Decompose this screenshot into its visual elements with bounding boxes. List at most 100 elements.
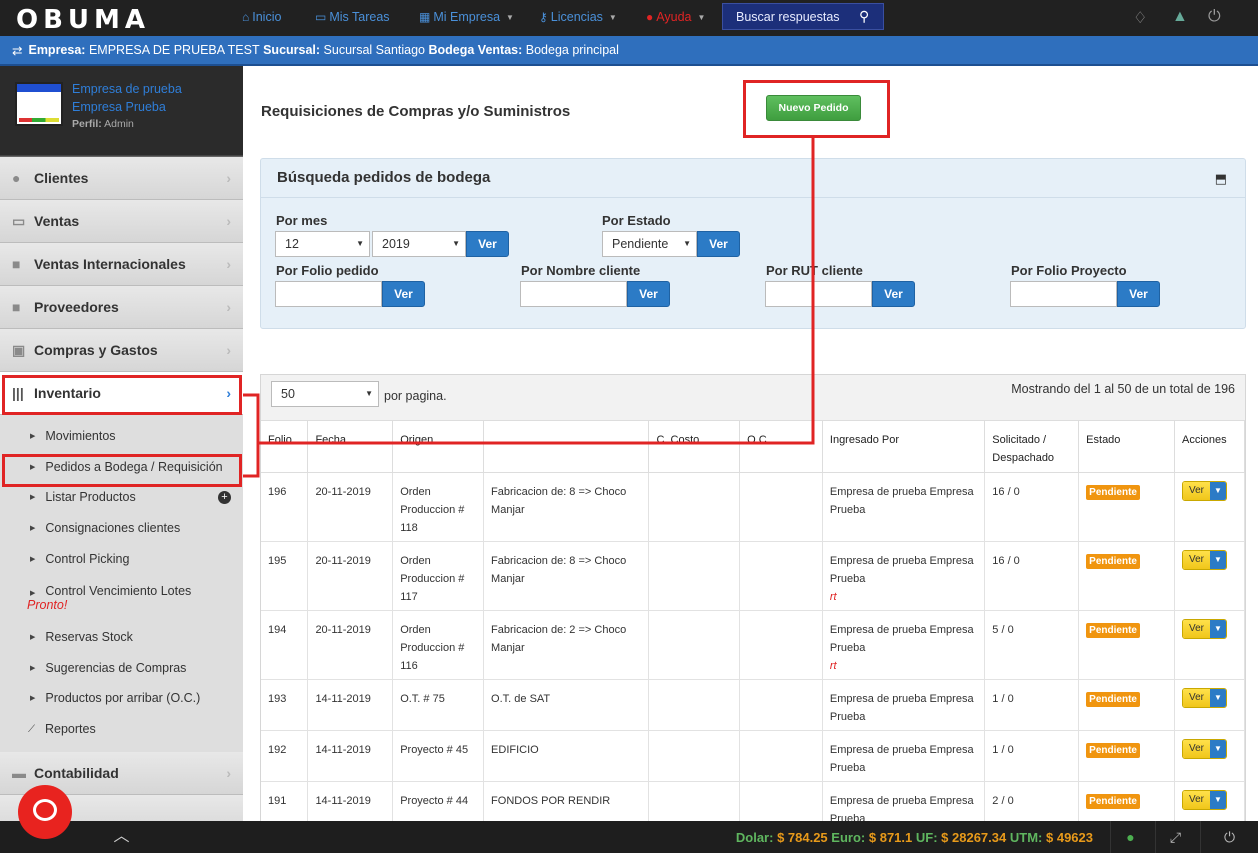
ver-estado-button[interactable]: Ver <box>697 231 740 257</box>
megaphone-icon[interactable]: ▲ <box>1172 8 1188 26</box>
ver-dropdown-button[interactable]: Ver ▼ <box>1182 687 1228 708</box>
caret-down-icon[interactable]: ▼ <box>1210 790 1227 809</box>
barcode-icon: ||| <box>12 385 24 401</box>
bodega-label: Bodega Ventas: <box>428 43 523 57</box>
anio-select-value: 2019 <box>382 237 410 251</box>
nav-mis-tareas[interactable]: ▭ Mis Tareas <box>315 10 390 24</box>
mes-select[interactable]: 12 ▼ <box>275 231 370 257</box>
expand-icon[interactable]: ⬒ <box>1215 171 1227 187</box>
column-header[interactable]: Folio <box>261 421 309 473</box>
rut-input[interactable] <box>765 281 872 307</box>
caret-down-icon[interactable]: ▼ <box>1210 688 1227 707</box>
table-row[interactable]: 196 20-11-2019 Orden Produccion # 118 Fabri… <box>261 472 1245 542</box>
ver-proyecto-button[interactable]: Ver <box>1117 281 1160 307</box>
status-badge: Pendiente <box>1086 553 1140 569</box>
nav-ayuda[interactable]: ● Ayuda ▼ <box>646 10 705 24</box>
column-header[interactable]: Acciones <box>1174 421 1245 473</box>
ver-button[interactable]: Ver <box>1183 739 1211 758</box>
sidebar-item-ventas[interactable]: ▭ Ventas › <box>0 200 243 243</box>
column-header[interactable]: Solicitado / Despachado <box>984 421 1080 473</box>
fullscreen-icon[interactable]: ⤢ <box>1155 821 1195 853</box>
folio-input[interactable] <box>275 281 382 307</box>
search-icon[interactable]: ⚲ <box>859 8 883 25</box>
obuma-logo[interactable]: OBUMA <box>16 5 150 35</box>
ver-dropdown-button[interactable]: Ver ▼ <box>1182 549 1228 570</box>
ver-mes-button[interactable]: Ver <box>466 231 509 257</box>
truck-icon: ■ <box>12 299 21 315</box>
table-row[interactable]: 192 14-11-2019 Proyecto # 45 EDIFICIO Empres… <box>261 730 1245 782</box>
profile-name[interactable]: Empresa Prueba <box>72 100 166 114</box>
por-folio-label: Por Folio pedido <box>276 263 379 278</box>
shuffle-icon[interactable]: ⇄ <box>12 43 22 58</box>
submenu-listar-productos[interactable]: ▶ Listar Productos + <box>0 482 243 513</box>
submenu-productos-arribar[interactable]: ▶ Productos por arribar (O.C.) <box>0 683 243 714</box>
ver-nombre-button[interactable]: Ver <box>627 281 670 307</box>
chat-icon[interactable]: ● <box>1110 821 1150 853</box>
nav-mi-empresa[interactable]: ▦ Mi Empresa ▼ <box>419 10 514 24</box>
sidebar-item-label: Compras y Gastos <box>34 342 158 358</box>
submenu-control-picking[interactable]: ▶ Control Picking <box>0 543 243 574</box>
column-header[interactable]: C. Costo <box>648 421 741 473</box>
live-chat-button[interactable] <box>18 785 72 839</box>
arrow-right-icon: ▶ <box>30 695 36 703</box>
nav-inicio[interactable]: ⌂ Inicio <box>242 10 281 24</box>
submenu-control-vencimiento[interactable]: ▶ Control Vencimiento Lotes Pronto! <box>0 574 243 622</box>
column-header[interactable]: O.C. <box>739 421 823 473</box>
submenu-reportes[interactable]: ⟋ Reportes <box>0 714 243 745</box>
search-box[interactable]: Buscar respuestas ⚲ <box>722 3 884 30</box>
nuevo-pedido-button[interactable]: Nuevo Pedido <box>766 95 861 121</box>
ver-folio-button[interactable]: Ver <box>382 281 425 307</box>
perpage-select[interactable]: 50 ▼ <box>271 381 379 407</box>
column-header[interactable] <box>483 421 650 473</box>
sidebar-item-inventario[interactable]: ||| Inventario › <box>0 372 243 415</box>
anio-select[interactable]: 2019 ▼ <box>372 231 466 257</box>
table-row[interactable]: 194 20-11-2019 Orden Produccion # 116 Fabri… <box>261 610 1245 680</box>
column-header[interactable]: Ingresado Por <box>822 421 986 473</box>
ver-dropdown-button[interactable]: Ver ▼ <box>1182 618 1228 639</box>
nav-licencias[interactable]: ⚷ Licencias ▼ <box>539 10 617 24</box>
ver-button[interactable]: Ver <box>1183 550 1211 569</box>
table-toolbar: 50 ▼ por pagina. Mostrando del 1 al 50 de… <box>261 375 1245 421</box>
ver-button[interactable]: Ver <box>1183 481 1211 500</box>
ver-button[interactable]: Ver <box>1183 619 1211 638</box>
submenu-movimientos[interactable]: ▶ Movimientos <box>0 421 243 452</box>
column-header[interactable]: Origen <box>392 421 485 473</box>
sidebar-item-proveedores[interactable]: ■ Proveedores › <box>0 286 243 329</box>
bell-icon[interactable]: ♢ <box>1133 8 1147 28</box>
cantidad-cell: 16 / 0 <box>984 472 1080 542</box>
ver-button[interactable]: Ver <box>1183 688 1211 707</box>
caret-down-icon[interactable]: ▼ <box>1210 481 1227 500</box>
power-icon[interactable]: ⏻ <box>1208 8 1221 26</box>
table-row[interactable]: 195 20-11-2019 Orden Produccion # 117 Fabri… <box>261 541 1245 611</box>
ver-dropdown-button[interactable]: Ver ▼ <box>1182 738 1228 759</box>
ver-dropdown-button[interactable]: Ver ▼ <box>1182 789 1228 810</box>
ver-button[interactable]: Ver <box>1183 790 1211 809</box>
caret-down-icon[interactable]: ▼ <box>1210 619 1227 638</box>
ver-rut-button[interactable]: Ver <box>872 281 915 307</box>
power-icon[interactable]: ⏻ <box>1200 821 1258 853</box>
nombre-input[interactable] <box>520 281 627 307</box>
column-header[interactable]: Estado <box>1078 421 1175 473</box>
ver-dropdown-button[interactable]: Ver ▼ <box>1182 480 1228 501</box>
submenu-reservas-stock[interactable]: ▶ Reservas Stock <box>0 622 243 653</box>
search-input[interactable]: Buscar respuestas <box>723 10 859 24</box>
sidebar-item-clientes[interactable]: ● Clientes › <box>0 157 243 200</box>
profile-company[interactable]: Empresa de prueba <box>72 82 182 96</box>
sidebar-item-ventas-internacionales[interactable]: ■ Ventas Internacionales › <box>0 243 243 286</box>
proyecto-input[interactable] <box>1010 281 1117 307</box>
submenu-pedidos-bodega[interactable]: ▶ Pedidos a Bodega / Requisición <box>0 452 243 483</box>
arrow-right-icon: ▶ <box>30 525 36 533</box>
caret-down-icon[interactable]: ▼ <box>1210 550 1227 569</box>
cantidad-cell: 1 / 0 <box>984 679 1080 731</box>
avatar[interactable] <box>15 82 63 126</box>
submenu-consignaciones[interactable]: ▶ Consignaciones clientes <box>0 513 243 544</box>
sidebar-item-compras-gastos[interactable]: ▣ Compras y Gastos › <box>0 329 243 372</box>
ingresado-cell: Empresa de prueba Empresa Prueba <box>822 730 986 782</box>
plus-circle-icon[interactable]: + <box>218 490 231 504</box>
caret-down-icon[interactable]: ▼ <box>1210 739 1227 758</box>
submenu-sugerencias-compras[interactable]: ▶ Sugerencias de Compras <box>0 653 243 684</box>
column-header[interactable]: Fecha <box>307 421 394 473</box>
estado-select[interactable]: Pendiente ▼ <box>602 231 697 257</box>
table-row[interactable]: 193 14-11-2019 O.T. # 75 O.T. de SAT Empresa… <box>261 679 1245 731</box>
table-row[interactable]: 191 14-11-2019 Proyecto # 44 FONDOS POR REN… <box>261 781 1245 821</box>
